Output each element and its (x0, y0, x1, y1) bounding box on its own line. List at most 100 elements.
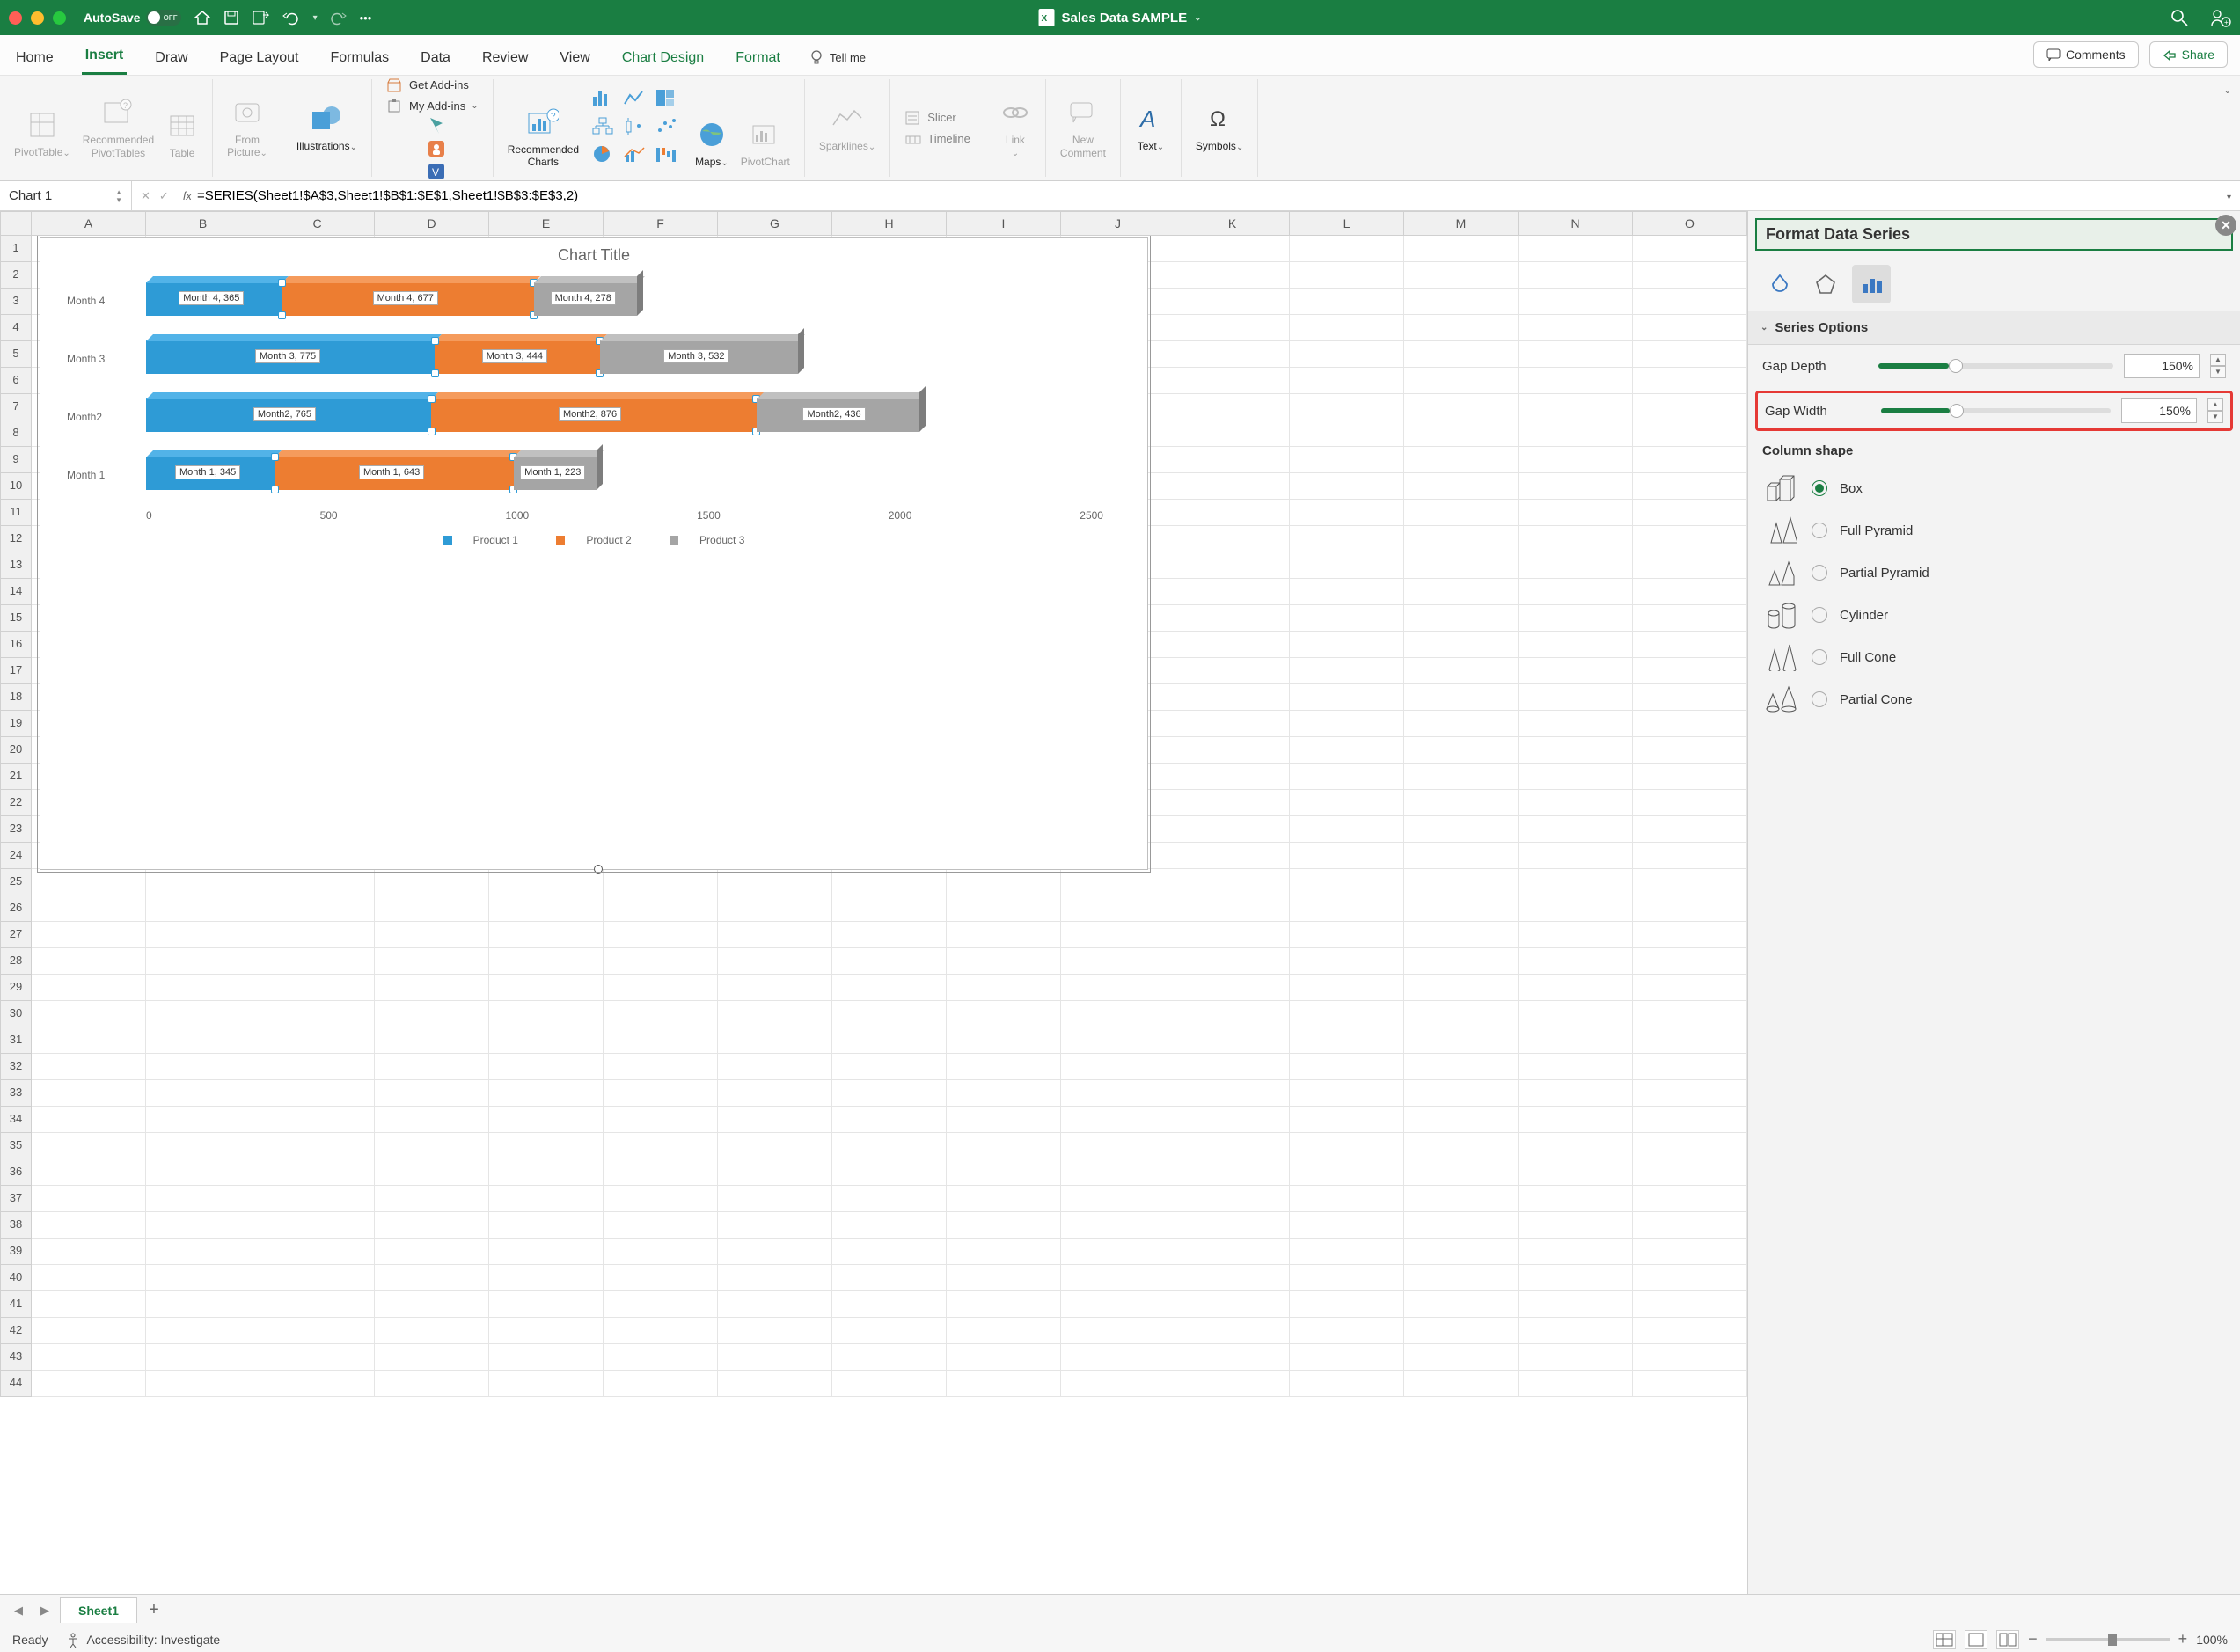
cell[interactable] (1061, 1318, 1175, 1344)
row-header-23[interactable]: 23 (0, 816, 32, 843)
row-header-43[interactable]: 43 (0, 1344, 32, 1371)
cell[interactable] (375, 1239, 489, 1265)
cell[interactable] (1175, 552, 1290, 579)
cell[interactable] (1519, 816, 1633, 843)
cell[interactable] (1633, 1133, 1747, 1159)
cell[interactable] (260, 1159, 375, 1186)
cell[interactable] (1404, 1080, 1519, 1107)
cell[interactable] (832, 1318, 947, 1344)
cell[interactable] (1404, 1344, 1519, 1371)
zoom-in-button[interactable]: + (2178, 1630, 2188, 1648)
cell[interactable] (1633, 473, 1747, 500)
cell[interactable] (832, 922, 947, 948)
bar-segment[interactable]: Month 3, 532 (600, 340, 798, 374)
cell[interactable] (1633, 420, 1747, 447)
cell[interactable] (32, 1291, 146, 1318)
cell[interactable] (146, 1133, 260, 1159)
cell[interactable] (1633, 975, 1747, 1001)
row-header-19[interactable]: 19 (0, 711, 32, 737)
comments-button[interactable]: Comments (2033, 41, 2139, 68)
cell[interactable] (146, 1265, 260, 1291)
close-window-button[interactable] (9, 11, 22, 25)
cell[interactable] (1633, 790, 1747, 816)
cell[interactable] (1061, 948, 1175, 975)
cell[interactable] (1175, 526, 1290, 552)
table-button[interactable]: Table (166, 110, 198, 159)
cell[interactable] (375, 1159, 489, 1186)
cell[interactable] (1404, 1265, 1519, 1291)
cell[interactable] (375, 1186, 489, 1212)
cell[interactable] (489, 1344, 604, 1371)
cell[interactable] (1519, 1107, 1633, 1133)
cell[interactable] (1633, 341, 1747, 368)
gap-depth-value[interactable]: 150% (2124, 354, 2200, 378)
cell[interactable] (32, 1159, 146, 1186)
qat-more-icon[interactable]: ••• (360, 11, 372, 25)
cell[interactable] (832, 1265, 947, 1291)
search-icon[interactable] (2170, 8, 2189, 27)
cell[interactable] (489, 1186, 604, 1212)
cell[interactable] (1519, 1344, 1633, 1371)
cell[interactable] (1633, 948, 1747, 975)
cell[interactable] (718, 869, 832, 895)
cell[interactable] (260, 1080, 375, 1107)
fx-icon[interactable]: fx (178, 189, 197, 202)
col-header-J[interactable]: J (1061, 211, 1175, 236)
cell[interactable] (1404, 500, 1519, 526)
cell[interactable] (1633, 526, 1747, 552)
zoom-level[interactable]: 100% (2196, 1633, 2228, 1647)
cell[interactable] (718, 895, 832, 922)
waterfall-chart-button[interactable] (655, 144, 679, 165)
cell[interactable] (489, 1054, 604, 1080)
cell[interactable] (489, 1212, 604, 1239)
cell[interactable] (947, 1344, 1061, 1371)
row-header-13[interactable]: 13 (0, 552, 32, 579)
cell[interactable] (1175, 1344, 1290, 1371)
row-header-7[interactable]: 7 (0, 394, 32, 420)
chart-object[interactable]: Chart Title Month 4 Month 4, 365 Month 4… (40, 237, 1148, 870)
cell[interactable] (947, 895, 1061, 922)
shape-option-full-pyramid[interactable]: Full Pyramid (1748, 509, 2240, 552)
cell[interactable] (1290, 737, 1404, 764)
cell[interactable] (604, 975, 718, 1001)
maximize-window-button[interactable] (53, 11, 66, 25)
row-header-38[interactable]: 38 (0, 1212, 32, 1239)
cell[interactable] (1404, 236, 1519, 262)
cell[interactable] (718, 1212, 832, 1239)
cell[interactable] (718, 1291, 832, 1318)
cell[interactable] (375, 1054, 489, 1080)
cell[interactable] (1633, 262, 1747, 289)
cell[interactable] (1290, 1318, 1404, 1344)
cell[interactable] (489, 1133, 604, 1159)
cell[interactable] (32, 1344, 146, 1371)
cell[interactable] (1633, 1344, 1747, 1371)
cell[interactable] (32, 1371, 146, 1397)
chart-resize-handle[interactable] (594, 865, 603, 874)
cell[interactable] (1633, 394, 1747, 420)
cell[interactable] (146, 1212, 260, 1239)
visio-icon[interactable]: V (427, 162, 446, 181)
cell[interactable] (32, 1001, 146, 1027)
row-header-20[interactable]: 20 (0, 737, 32, 764)
cell[interactable] (1175, 764, 1290, 790)
cell[interactable] (1633, 552, 1747, 579)
cell[interactable] (604, 1291, 718, 1318)
row-header-32[interactable]: 32 (0, 1054, 32, 1080)
cell[interactable] (1290, 289, 1404, 315)
cell[interactable] (1633, 1027, 1747, 1054)
bar-segment[interactable]: Month2, 436 (757, 398, 919, 432)
bar-segment[interactable]: Month 1, 643 (275, 457, 514, 490)
cell[interactable] (1290, 658, 1404, 684)
cell[interactable] (1175, 1159, 1290, 1186)
row-header-41[interactable]: 41 (0, 1291, 32, 1318)
row-header-36[interactable]: 36 (0, 1159, 32, 1186)
cell[interactable] (1404, 473, 1519, 500)
row-header-30[interactable]: 30 (0, 1001, 32, 1027)
chart-x-axis[interactable]: 05001000150020002500 (146, 509, 1103, 522)
cell[interactable] (947, 1027, 1061, 1054)
new-comment-button[interactable]: New Comment (1060, 97, 1106, 159)
cell[interactable] (260, 1212, 375, 1239)
row-header-17[interactable]: 17 (0, 658, 32, 684)
cell[interactable] (260, 975, 375, 1001)
effects-tab[interactable] (1806, 265, 1845, 303)
